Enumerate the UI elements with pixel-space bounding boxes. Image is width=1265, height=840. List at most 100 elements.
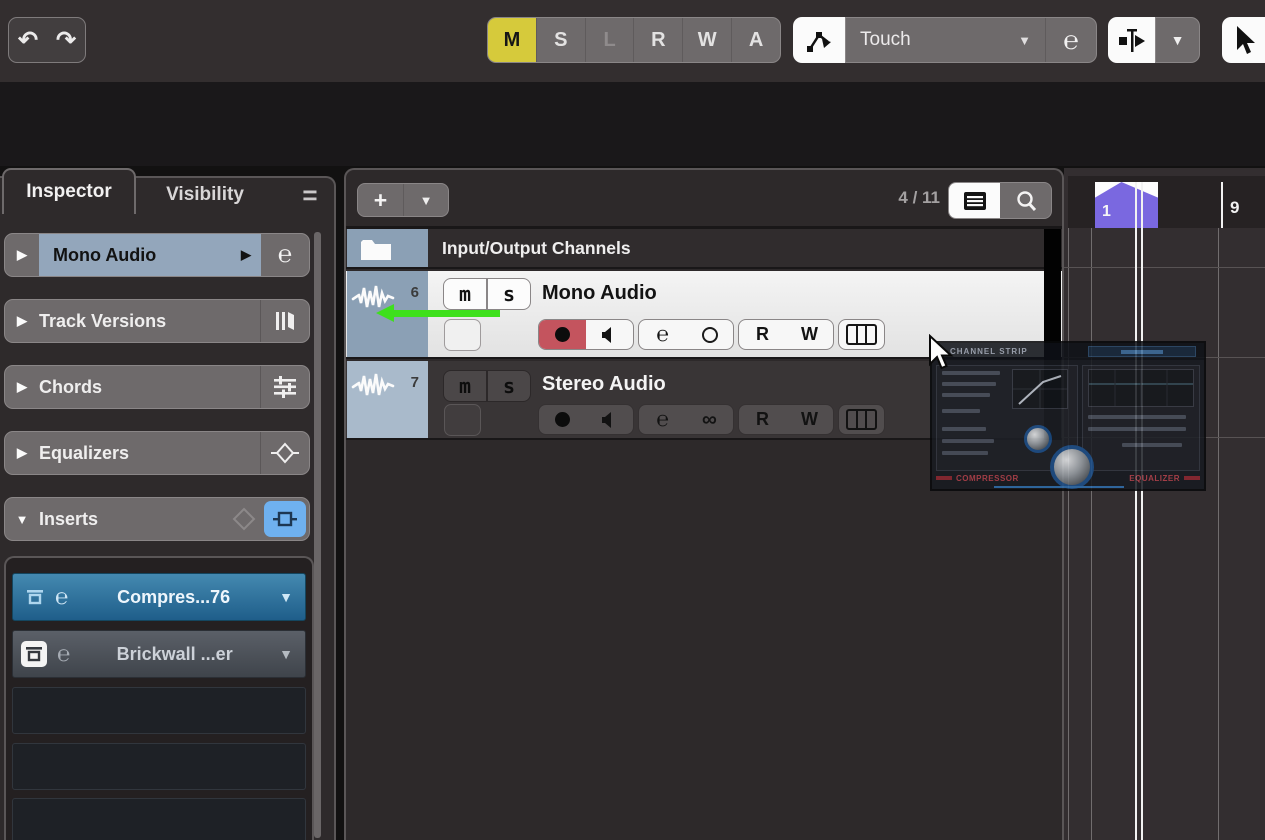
chevron-down-icon[interactable]: ▼ xyxy=(279,646,293,662)
automation-rw-group: R W xyxy=(738,319,834,350)
automation-curve-icon xyxy=(805,26,833,54)
insert-slot-5-empty[interactable] xyxy=(12,798,306,840)
add-track-button[interactable]: + xyxy=(358,184,403,216)
write-automation-button[interactable]: W xyxy=(786,320,833,349)
section-inserts[interactable]: ▼ Inserts xyxy=(4,497,310,541)
drag-arrow xyxy=(376,304,500,322)
timeline-ruler[interactable]: 1 9 xyxy=(1068,176,1265,228)
inspector-scrollbar[interactable] xyxy=(314,232,321,838)
track-list-filter-button[interactable] xyxy=(949,183,1000,218)
monitor-button[interactable] xyxy=(586,405,633,434)
redo-button[interactable]: ↷ xyxy=(47,18,85,62)
folder-track-name[interactable]: Input/Output Channels xyxy=(442,238,631,259)
bypass-icon[interactable] xyxy=(25,588,45,606)
stereo-indicator[interactable]: ∞ xyxy=(686,405,733,434)
track-strip[interactable]: 7 xyxy=(347,361,428,438)
edit-plugin-button[interactable]: ℮ xyxy=(55,584,68,610)
section-equalizers[interactable]: ▶ Equalizers xyxy=(4,431,310,475)
automation-rw-group: R W xyxy=(738,404,834,435)
autoscroll-dropdown[interactable]: ▼ xyxy=(1155,17,1200,63)
edit-channel-button[interactable]: ℮ xyxy=(261,234,309,276)
automation-mode-select[interactable]: Touch ▼ xyxy=(846,18,1046,62)
edit-plugin-button[interactable]: ℮ xyxy=(57,641,70,667)
tab-inspector[interactable]: Inspector xyxy=(2,168,136,214)
project-cursor-line[interactable] xyxy=(1141,182,1143,840)
edit-channel-button[interactable]: ℮ xyxy=(639,320,686,349)
bar-label: 9 xyxy=(1230,198,1239,218)
inspector-menu-icon[interactable]: = xyxy=(293,178,327,212)
track-name[interactable]: Stereo Audio xyxy=(542,373,666,396)
insert-slot-3-empty[interactable] xyxy=(12,687,306,734)
write-automation-button[interactable]: W xyxy=(786,405,833,434)
object-selection-tool-button[interactable] xyxy=(1222,17,1265,63)
empty-workspace xyxy=(0,82,1265,166)
chords-icon xyxy=(260,366,309,408)
section-marker xyxy=(1184,476,1200,480)
channel-strip-button[interactable] xyxy=(838,404,885,435)
automation-panel-button[interactable] xyxy=(793,17,845,63)
read-automation-button[interactable]: R xyxy=(739,405,786,434)
plugin-title-bar[interactable]: CHANNEL STRIP xyxy=(932,343,1204,360)
insert-slot-1[interactable]: ℮ Compres...76 ▼ xyxy=(12,573,306,621)
insert-plugin-name[interactable]: Compres...76 xyxy=(68,587,279,608)
suspend-all-button[interactable]: A xyxy=(731,18,780,62)
track-checkbox[interactable] xyxy=(444,404,481,436)
inspector-track-name-area[interactable]: Mono Audio ▶ xyxy=(39,234,261,276)
monitor-button[interactable] xyxy=(586,320,633,349)
open-arrow-icon: ▶ xyxy=(241,247,251,263)
param-row xyxy=(942,393,990,397)
param-row xyxy=(942,439,994,443)
insert-plugin-name[interactable]: Brickwall ...er xyxy=(70,644,279,665)
track-versions-icon xyxy=(260,300,309,342)
cursor-tool-icon xyxy=(1231,24,1257,56)
solo-button[interactable]: s xyxy=(487,370,531,402)
suspend-write-button[interactable]: W xyxy=(682,18,731,62)
preset-dropdown[interactable] xyxy=(1088,346,1196,357)
suspend-mute-button[interactable]: M xyxy=(488,18,536,62)
channel-strip-button[interactable] xyxy=(838,319,885,350)
mute-button[interactable]: m xyxy=(443,370,487,402)
find-track-button[interactable] xyxy=(1000,183,1051,218)
insert-slot-4-empty[interactable] xyxy=(12,743,306,790)
inspector-track-header[interactable]: ▶ Mono Audio ▶ ℮ xyxy=(4,233,310,277)
bypass-active-button[interactable] xyxy=(21,641,47,667)
add-track-group: + ▼ xyxy=(357,183,449,217)
edit-channel-button[interactable]: ℮ xyxy=(639,405,686,434)
suspend-listen-button[interactable]: L xyxy=(585,18,634,62)
expand-arrow-icon[interactable]: ▶ xyxy=(5,247,39,263)
search-icon xyxy=(1014,189,1038,213)
insert-slot-2[interactable]: ℮ Brickwall ...er ▼ xyxy=(12,630,306,678)
track-checkbox[interactable] xyxy=(444,319,481,351)
record-enable-button[interactable] xyxy=(539,405,586,434)
plugin-window-ghost: CHANNEL STRIP xyxy=(930,341,1206,491)
undo-button[interactable]: ↶ xyxy=(9,18,47,62)
chevron-down-icon: ▼ xyxy=(1171,32,1185,48)
folder-track-strip[interactable] xyxy=(347,229,428,267)
project-cursor-line[interactable] xyxy=(1135,182,1137,840)
suspend-solo-button[interactable]: S xyxy=(536,18,585,62)
automation-edit-button[interactable]: ℮ xyxy=(1046,18,1096,62)
bypass-icon xyxy=(272,510,298,528)
section-chords[interactable]: ▶ Chords xyxy=(4,365,310,409)
inserts-bypass-button[interactable] xyxy=(264,501,306,537)
edit-listen-group: ℮ xyxy=(638,319,734,350)
record-monitor-group xyxy=(538,404,634,435)
section-label: Equalizers xyxy=(39,443,260,464)
add-track-dropdown[interactable]: ▼ xyxy=(403,184,448,216)
autoscroll-button[interactable] xyxy=(1108,17,1155,63)
record-enable-button[interactable] xyxy=(539,320,586,349)
output-knob[interactable] xyxy=(1050,445,1094,489)
gain-knob[interactable] xyxy=(1024,425,1052,453)
chevron-down-icon[interactable]: ▼ xyxy=(279,589,293,605)
section-track-versions[interactable]: ▶ Track Versions xyxy=(4,299,310,343)
mono-indicator[interactable] xyxy=(686,320,733,349)
record-icon xyxy=(555,412,570,427)
read-automation-button[interactable]: R xyxy=(739,320,786,349)
folder-track-row[interactable]: Input/Output Channels xyxy=(346,229,1062,269)
suspend-read-button[interactable]: R xyxy=(633,18,682,62)
grid-line xyxy=(1068,228,1069,840)
track-name[interactable]: Mono Audio xyxy=(542,282,657,305)
param-row xyxy=(942,427,986,431)
folder-icon xyxy=(359,236,393,262)
tab-visibility[interactable]: Visibility xyxy=(140,178,270,212)
